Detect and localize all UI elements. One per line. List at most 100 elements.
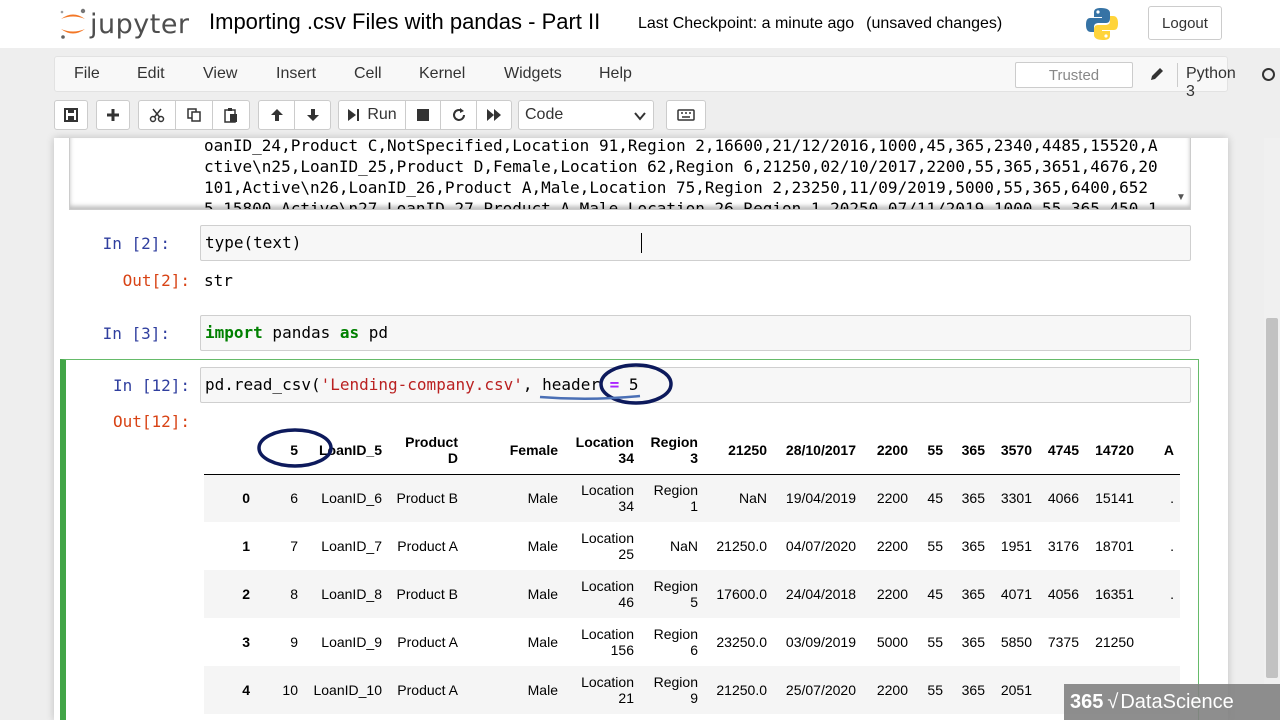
table-cell: 03/09/2019 [785, 634, 856, 650]
paste-button[interactable] [212, 100, 250, 130]
table-cell: 45 [927, 490, 943, 507]
edit-pencil-icon[interactable] [1149, 66, 1165, 87]
move-down-icon [306, 109, 319, 121]
save-button[interactable] [54, 100, 88, 130]
table-cell: 2200 [876, 682, 908, 698]
run-button[interactable]: Run [338, 100, 406, 130]
menu-file[interactable]: File [74, 65, 100, 83]
cell-3-code-input[interactable]: import pandas as pd [200, 315, 1191, 351]
table-cell: 1951 [1000, 538, 1032, 554]
output-line: 101,Active\n26,LoanID_26,Product A,Male,… [204, 178, 1149, 197]
table-cell: Product B [396, 586, 458, 602]
fast-forward-icon [487, 109, 501, 121]
table-cell: 7375 [1047, 634, 1079, 650]
scroll-down-arrow-icon[interactable]: ▼ [1176, 192, 1186, 203]
add-cell-icon [107, 109, 119, 121]
table-cell: 21250.0 [716, 682, 767, 698]
add-cell-button[interactable] [96, 100, 130, 130]
dataframe-output: 5 LoanID_5 Product D Female Location 34 … [204, 426, 1191, 720]
kernel-separator [1177, 63, 1178, 87]
table-cell: Location 25 [581, 530, 634, 562]
page-scrollbar-thumb[interactable] [1266, 318, 1278, 678]
jupyter-logo-text: jupyter [90, 8, 190, 40]
dataframe-table: 5 LoanID_5 Product D Female Location 34 … [204, 426, 1180, 714]
menu-widgets[interactable]: Widgets [504, 65, 562, 83]
interrupt-button[interactable] [405, 100, 441, 130]
cell-3-input-prompt: In [3]: [102, 324, 170, 343]
table-cell: 9 [290, 634, 298, 650]
move-down-button[interactable] [294, 100, 331, 130]
row-index: 2 [242, 586, 250, 602]
cut-button[interactable] [138, 100, 176, 130]
notebook-page: oanID_24,Product C,NotSpecified,Location… [54, 138, 1228, 720]
cell-type-value: Code [525, 106, 564, 123]
code-token: type [205, 233, 244, 252]
table-cell: 8 [290, 586, 298, 602]
table-cell: 3176 [1047, 538, 1079, 554]
column-header: 21250 [704, 426, 773, 475]
column-header: Region 3 [640, 426, 704, 475]
code-token: pd.read_csv( [205, 375, 321, 394]
kernel-name[interactable]: Python 3 [1186, 65, 1236, 101]
restart-icon [452, 108, 465, 121]
table-cell: Product A [397, 682, 458, 698]
notebook-toolbar: Run Code [0, 98, 1280, 136]
column-header: Female [464, 426, 564, 475]
table-cell: Location 156 [581, 626, 634, 658]
table-cell: Product B [396, 490, 458, 507]
column-header: 14720 [1085, 426, 1140, 475]
restart-button[interactable] [440, 100, 477, 130]
cell-12-code-input[interactable]: pd.read_csv('Lending-company.csv', heade… [200, 367, 1191, 403]
table-row: 3 9 LoanID_9 Product A Male Location 156… [204, 618, 1180, 666]
command-palette-button[interactable] [666, 100, 706, 130]
unsaved-changes-text: (unsaved changes) [866, 15, 1003, 32]
menu-edit[interactable]: Edit [137, 65, 165, 83]
cell-12-input-prompt: In [12]: [112, 376, 190, 395]
jupyter-logo[interactable]: jupyter [58, 6, 190, 42]
table-cell: 4056 [1047, 586, 1079, 602]
table-cell: 365 [961, 586, 985, 602]
menu-help[interactable]: Help [599, 65, 632, 83]
table-cell: 365 [961, 490, 985, 507]
jupyter-logo-icon [60, 8, 86, 39]
code-keyword: as [339, 323, 360, 342]
table-cell: 365 [961, 682, 985, 698]
table-cell: Male [527, 490, 558, 507]
checkpoint-text: Last Checkpoint: a minute ago [638, 15, 855, 32]
logout-button[interactable]: Logout [1148, 6, 1222, 40]
previous-output-scroll-area[interactable]: oanID_24,Product C,NotSpecified,Location… [69, 138, 1191, 210]
menu-kernel[interactable]: Kernel [419, 65, 465, 83]
notebook-header: jupyter Importing .csv Files with pandas… [0, 0, 1280, 48]
copy-button[interactable] [175, 100, 213, 130]
trusted-indicator[interactable]: Trusted [1015, 62, 1133, 88]
table-cell: . [1170, 538, 1174, 554]
table-cell: 25/07/2020 [785, 682, 856, 698]
table-cell: 55 [927, 634, 943, 650]
cell-12-output-prompt: Out[12]: [112, 412, 190, 431]
table-row: 2 8 LoanID_8 Product B Male Location 46 … [204, 570, 1180, 618]
table-cell: 2051 [1000, 682, 1032, 698]
code-token: pandas [262, 323, 340, 342]
menu-view[interactable]: View [203, 65, 237, 83]
sqrt-icon: √ [1107, 690, 1119, 713]
menu-insert[interactable]: Insert [276, 65, 316, 83]
row-index: 4 [242, 682, 250, 698]
table-cell: 21250 [1095, 634, 1134, 650]
table-cell: 2200 [876, 538, 908, 554]
table-cell: NaN [738, 490, 767, 507]
column-header: 4745 [1038, 426, 1085, 475]
table-cell: 55 [927, 682, 943, 698]
menu-cell[interactable]: Cell [354, 65, 382, 83]
restart-run-all-button[interactable] [476, 100, 512, 130]
table-cell: Region 1 [653, 482, 698, 515]
table-cell: 23250.0 [716, 634, 767, 650]
page-scrollbar[interactable] [1264, 138, 1280, 720]
notebook-title[interactable]: Importing .csv Files with pandas - Part … [209, 9, 600, 35]
cell-2-code-input[interactable]: type(text) [200, 225, 1191, 261]
cell-type-select[interactable]: Code [518, 100, 654, 130]
column-header: 5 [256, 426, 306, 475]
move-up-button[interactable] [258, 100, 295, 130]
cell-2-input-prompt: In [2]: [102, 234, 170, 253]
table-cell: 2200 [876, 586, 908, 602]
table-cell: . [1170, 490, 1174, 507]
